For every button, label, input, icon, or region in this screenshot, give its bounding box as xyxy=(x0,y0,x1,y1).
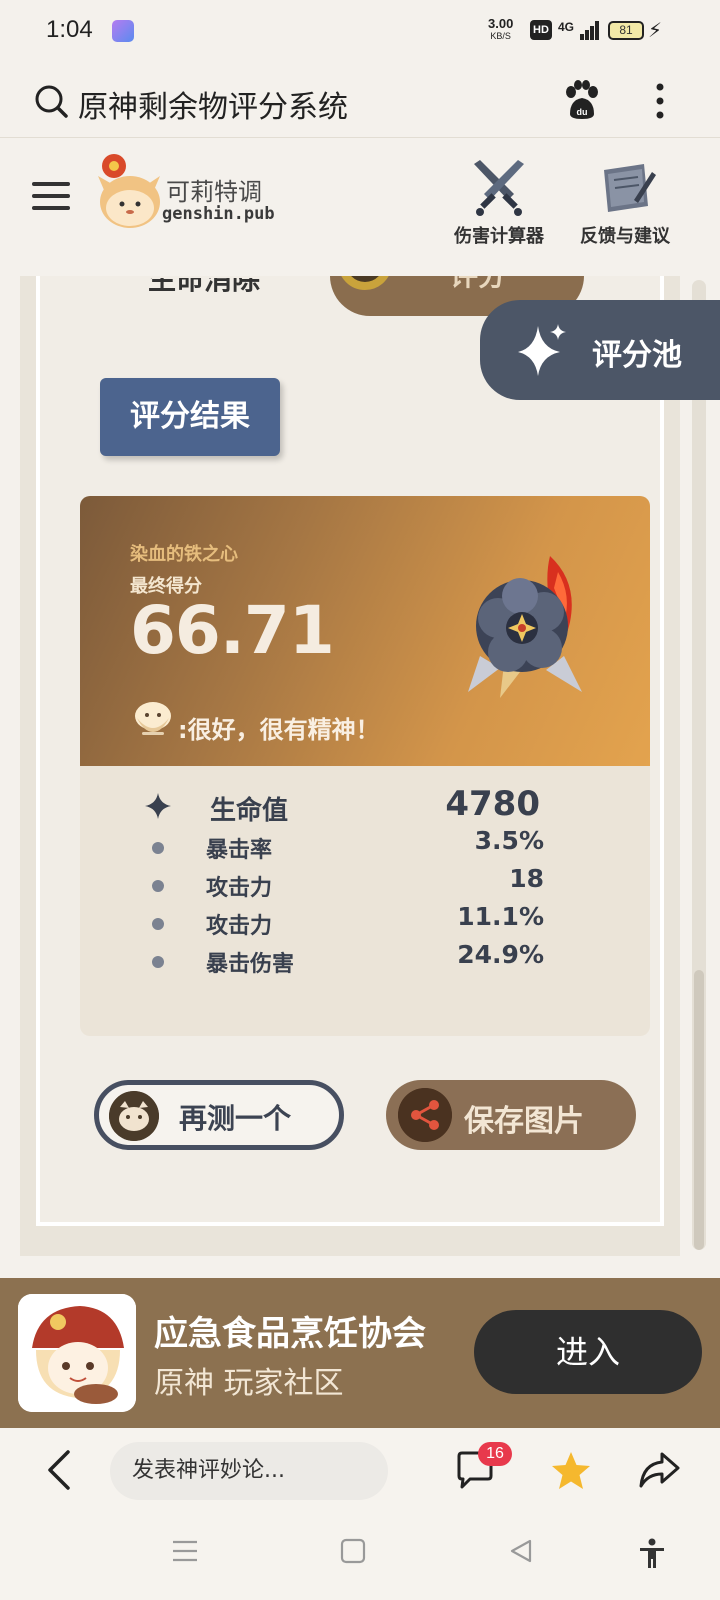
accessibility-icon[interactable] xyxy=(638,1538,666,1570)
main-stat-value: 4780 xyxy=(445,784,540,824)
sub-stat-value: 18 xyxy=(509,864,544,893)
crossed-swords-icon xyxy=(474,160,524,216)
battery-icon: 81 xyxy=(608,21,644,40)
bullet-dot-icon xyxy=(152,918,164,930)
back-triangle-icon[interactable] xyxy=(508,1538,534,1564)
final-score-value: 66.71 xyxy=(130,592,335,669)
sparkle-icon xyxy=(518,324,566,376)
more-options-icon[interactable] xyxy=(650,82,670,120)
sub-stat-name: 攻击力 xyxy=(206,876,273,901)
favorite-star-icon[interactable] xyxy=(550,1450,592,1492)
save-image-button[interactable]: 保存图片 xyxy=(386,1080,636,1150)
share-nodes-icon xyxy=(398,1088,452,1142)
score-comment: :很好，很有精神！ xyxy=(178,716,380,744)
status-time: 1:04 xyxy=(46,16,93,43)
sub-stat-name: 暴击率 xyxy=(206,838,273,863)
save-image-label: 保存图片 xyxy=(464,1104,584,1139)
sub-stat-name: 暴击伤害 xyxy=(206,952,295,977)
sub-stat-name: 攻击力 xyxy=(206,914,273,939)
feedback-note-icon xyxy=(604,164,656,212)
sub-stat-row: 暴击率 3.5% xyxy=(80,826,650,864)
charging-icon: ⚡ xyxy=(648,18,663,42)
svg-text:du: du xyxy=(577,107,588,117)
bullet-dot-icon xyxy=(152,880,164,892)
dumpling-mascot-icon xyxy=(135,702,171,735)
system-navigation-bar xyxy=(0,1514,720,1600)
nav-feedback[interactable]: 反馈与建议 xyxy=(580,160,670,248)
klee-mascot-logo[interactable] xyxy=(92,150,162,232)
bullet-dot-icon xyxy=(152,956,164,968)
sub-stat-row: 暴击伤害 24.9% xyxy=(80,940,650,978)
main-stat-name: 生命值 xyxy=(210,796,289,826)
hamburger-menu-icon[interactable] xyxy=(32,180,70,212)
cat-face-icon xyxy=(109,1091,159,1141)
scrollbar-thumb[interactable] xyxy=(694,970,704,1250)
score-panel: 染血的铁之心 最终得分 66.71 :很好，很有精神！ xyxy=(80,496,650,766)
community-title[interactable]: 应急食品烹饪协会 xyxy=(154,1306,426,1355)
score-pool-label: 评分池 xyxy=(592,338,682,373)
recent-apps-icon[interactable] xyxy=(172,1538,198,1564)
comment-count-badge: 16 xyxy=(478,1442,512,1466)
brand-domain[interactable]: genshin.pub xyxy=(162,204,275,224)
brand-name[interactable]: 可莉特调 xyxy=(166,172,262,207)
community-subtitle: 原神 玩家社区 xyxy=(154,1366,344,1401)
enter-button[interactable]: 进入 xyxy=(474,1310,702,1394)
comment-input[interactable]: 发表神评妙论... xyxy=(110,1442,388,1500)
status-bar: 1:04 3.00 KB/S HD 4G 81 ⚡ xyxy=(0,0,720,64)
community-banner[interactable]: 应急食品烹饪协会 原神 玩家社区 进入 xyxy=(0,1278,720,1428)
home-square-icon[interactable] xyxy=(340,1538,366,1564)
site-header: 可莉特调 genshin.pub 伤害计算器 反馈与建议 xyxy=(0,138,720,276)
retest-label: 再测一个 xyxy=(179,1102,292,1135)
back-arrow-icon[interactable] xyxy=(44,1448,74,1492)
page-scrollbar[interactable] xyxy=(692,280,706,1250)
score-pool-button[interactable]: 评分池 xyxy=(480,300,720,400)
retest-button[interactable]: 再测一个 xyxy=(94,1080,344,1150)
artifact-flower-icon xyxy=(468,556,582,698)
browser-toolbar: 发表神评妙论... 16 xyxy=(0,1428,720,1514)
nav-label: 反馈与建议 xyxy=(580,226,670,247)
nav-label: 伤害计算器 xyxy=(454,226,544,247)
page-title[interactable]: 原神剩余物评分系统 xyxy=(78,82,348,126)
community-avatar[interactable] xyxy=(18,1294,136,1412)
sub-stat-row: 攻击力 11.1% xyxy=(80,902,650,940)
network-speed: 3.00 KB/S xyxy=(488,16,514,41)
share-arrow-icon[interactable] xyxy=(638,1450,680,1490)
main-stat-star-icon xyxy=(145,793,171,819)
browser-address-bar[interactable]: 原神剩余物评分系统 du xyxy=(0,64,720,138)
artifact-name: 染血的铁之心 xyxy=(130,544,238,565)
nav-damage-calculator[interactable]: 伤害计算器 xyxy=(454,160,544,248)
bullet-dot-icon xyxy=(152,842,164,854)
hd-icon: HD xyxy=(530,20,552,40)
stats-panel: 生命值 4780 暴击率 3.5% 攻击力 18 攻击力 11.1% 暴击伤害 … xyxy=(80,766,650,1036)
notification-app-icon xyxy=(112,20,134,42)
result-section-tag: 评分结果 xyxy=(100,378,280,456)
sub-stat-row: 攻击力 18 xyxy=(80,864,650,902)
network-type: 4G xyxy=(558,20,575,34)
search-icon[interactable] xyxy=(34,84,68,118)
sub-stat-value: 24.9% xyxy=(457,940,544,969)
baidu-paw-icon[interactable]: du xyxy=(564,80,600,120)
sub-stat-value: 11.1% xyxy=(457,902,544,931)
sub-stat-value: 3.5% xyxy=(474,826,544,855)
signal-icon xyxy=(580,20,600,40)
